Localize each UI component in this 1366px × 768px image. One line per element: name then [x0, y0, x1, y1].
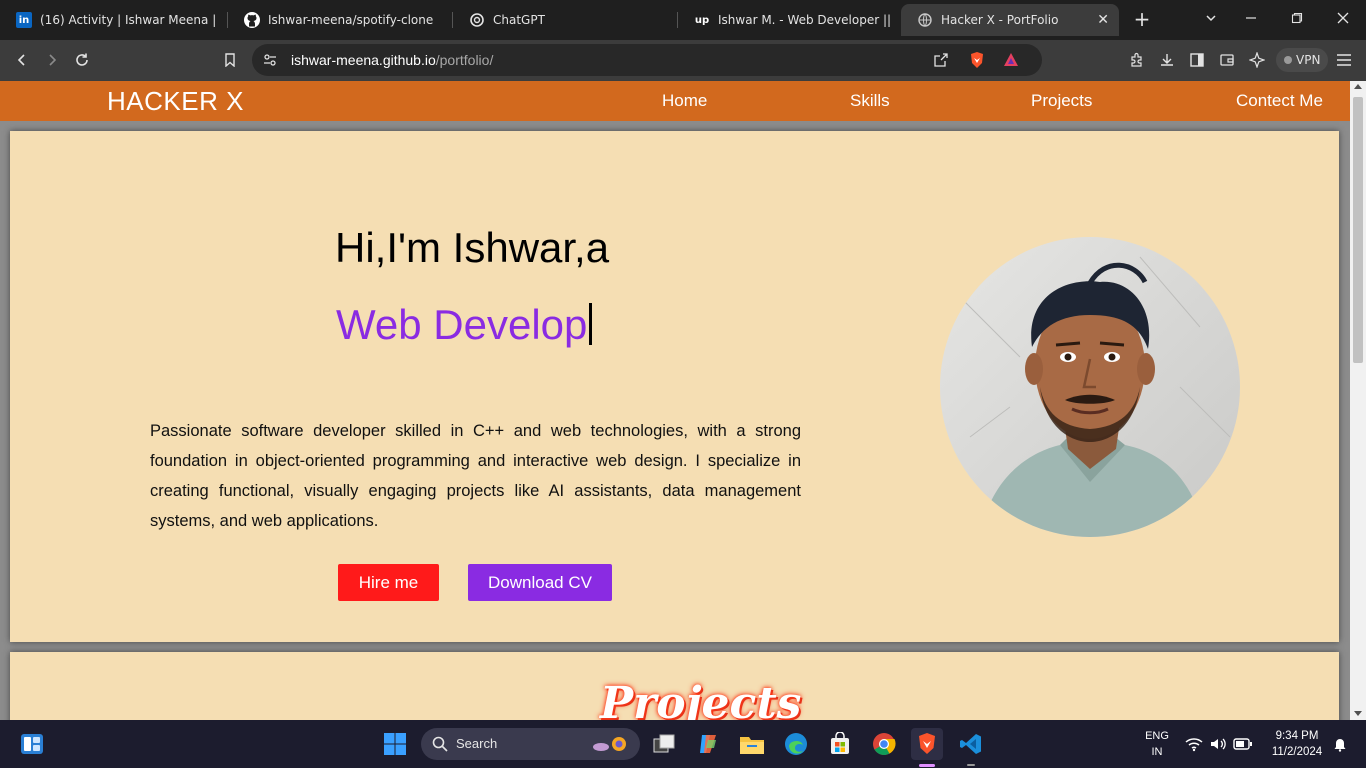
- brave-taskbar-icon[interactable]: [911, 728, 943, 760]
- running-app-indicator: [967, 764, 975, 766]
- forward-icon[interactable]: [40, 48, 64, 72]
- microsoft-store-icon[interactable]: [824, 728, 856, 760]
- scrollbar-thumb[interactable]: [1353, 97, 1363, 363]
- chrome-icon[interactable]: [868, 728, 900, 760]
- tab-title: (16) Activity | Ishwar Meena | Link: [40, 13, 216, 27]
- active-app-indicator: [919, 764, 935, 767]
- clock-date[interactable]: 11/2/2024: [1262, 746, 1332, 758]
- nav-link-skills[interactable]: Skills: [850, 91, 890, 111]
- vpn-button[interactable]: VPN: [1276, 48, 1329, 72]
- volume-icon[interactable]: [1209, 736, 1227, 756]
- hero-section: Hi,I'm Ishwar,a Web Develop Passionate s…: [10, 131, 1339, 642]
- task-view-icon[interactable]: [648, 728, 680, 760]
- nav-link-projects[interactable]: Projects: [1031, 91, 1092, 111]
- bookmark-icon[interactable]: [218, 48, 242, 72]
- hire-me-button[interactable]: Hire me: [338, 564, 439, 601]
- brave-shields-icon[interactable]: [969, 51, 985, 73]
- wallet-icon[interactable]: [1215, 48, 1239, 72]
- leo-ai-icon[interactable]: [1245, 48, 1269, 72]
- tab-title: ChatGPT: [493, 13, 545, 27]
- browser-toolbar: ishwar-meena.github.io/portfolio/ VPN: [0, 40, 1366, 81]
- battery-icon[interactable]: [1233, 736, 1253, 756]
- minimize-icon[interactable]: [1239, 8, 1263, 32]
- globe-icon: [917, 12, 933, 28]
- vscode-icon[interactable]: [955, 728, 987, 760]
- tab-github[interactable]: Ishwar-meena/spotify-clone: [228, 4, 452, 36]
- profile-photo: [940, 237, 1240, 537]
- site-navbar: HACKER X Home Skills Projects Contect Me: [0, 81, 1350, 121]
- hero-typed-role: Web Develop: [336, 301, 593, 349]
- clock-time[interactable]: 9:34 PM: [1262, 730, 1332, 742]
- new-tab-icon[interactable]: +: [1130, 8, 1154, 32]
- tab-title: Ishwar M. - Web Developer || Sof: [718, 13, 890, 27]
- widgets-icon[interactable]: [16, 728, 48, 760]
- vpn-status-icon: [1284, 56, 1292, 64]
- hero-greeting: Hi,I'm Ishwar,a: [335, 224, 610, 271]
- url-host: ishwar-meena.github.io: [291, 52, 436, 68]
- tab-title: Hacker X - PortFolio: [941, 13, 1059, 27]
- close-tab-icon[interactable]: ✕: [1097, 12, 1109, 28]
- address-bar[interactable]: ishwar-meena.github.io/portfolio/: [252, 44, 1042, 76]
- hero-role-text: Web Develop: [336, 301, 588, 348]
- copilot-icon[interactable]: [692, 728, 724, 760]
- close-window-icon[interactable]: [1331, 8, 1355, 32]
- windows-start-icon[interactable]: [379, 728, 411, 760]
- url-path: /portfolio/: [435, 52, 494, 68]
- linkedin-icon: in: [16, 12, 32, 28]
- reload-icon[interactable]: [70, 48, 94, 72]
- sidebar-icon[interactable]: [1185, 48, 1209, 72]
- page-scrollbar[interactable]: [1350, 81, 1366, 720]
- download-cv-button[interactable]: Download CV: [468, 564, 612, 601]
- site-logo[interactable]: HACKER X: [107, 86, 244, 117]
- search-label: Search: [456, 736, 498, 751]
- language-indicator[interactable]: ENG: [1140, 730, 1174, 742]
- nav-link-contact[interactable]: Contect Me: [1236, 91, 1323, 111]
- projects-section: Projects: [10, 652, 1339, 720]
- typing-cursor: [589, 303, 593, 345]
- taskbar-search[interactable]: Search: [421, 728, 640, 760]
- extensions-icon[interactable]: [1125, 48, 1149, 72]
- search-icon: [432, 736, 448, 756]
- region-indicator[interactable]: IN: [1140, 746, 1174, 758]
- menu-icon[interactable]: [1332, 48, 1356, 72]
- brave-rewards-icon[interactable]: [1003, 52, 1019, 72]
- chatgpt-icon: [469, 12, 485, 28]
- site-settings-icon[interactable]: [262, 52, 278, 72]
- search-highlight-icon: [591, 733, 631, 759]
- wifi-icon[interactable]: [1185, 736, 1203, 756]
- share-icon[interactable]: [933, 52, 949, 72]
- github-icon: [244, 12, 260, 28]
- tab-portfolio[interactable]: Hacker X - PortFolio ✕: [901, 4, 1119, 36]
- taskbar: Search ENG IN 9:34 PM 11/2/2024: [0, 720, 1366, 768]
- tab-title: Ishwar-meena/spotify-clone: [268, 13, 434, 27]
- downloads-icon[interactable]: [1155, 48, 1179, 72]
- upwork-icon: up: [694, 14, 710, 26]
- back-icon[interactable]: [10, 48, 34, 72]
- nav-link-home[interactable]: Home: [662, 91, 707, 111]
- browser-tab-strip: in (16) Activity | Ishwar Meena | Link I…: [0, 0, 1366, 40]
- url-text: ishwar-meena.github.io/portfolio/: [291, 52, 493, 68]
- vpn-label: VPN: [1296, 53, 1321, 67]
- projects-heading: Projects: [600, 678, 802, 720]
- file-explorer-icon[interactable]: [736, 728, 768, 760]
- notification-icon[interactable]: [1332, 736, 1348, 756]
- hero-description: Passionate software developer skilled in…: [150, 422, 801, 530]
- tab-linkedin[interactable]: in (16) Activity | Ishwar Meena | Link: [0, 4, 226, 36]
- scroll-up-icon[interactable]: [1354, 84, 1362, 89]
- scroll-down-icon[interactable]: [1354, 711, 1362, 716]
- tab-upwork[interactable]: up Ishwar M. - Web Developer || Sof: [678, 4, 900, 36]
- restore-icon[interactable]: [1285, 8, 1309, 32]
- edge-icon[interactable]: [780, 728, 812, 760]
- page-viewport: HACKER X Home Skills Projects Contect Me…: [0, 81, 1350, 720]
- tab-search-chevron-icon[interactable]: [1199, 8, 1223, 32]
- tab-chatgpt[interactable]: ChatGPT: [453, 4, 677, 36]
